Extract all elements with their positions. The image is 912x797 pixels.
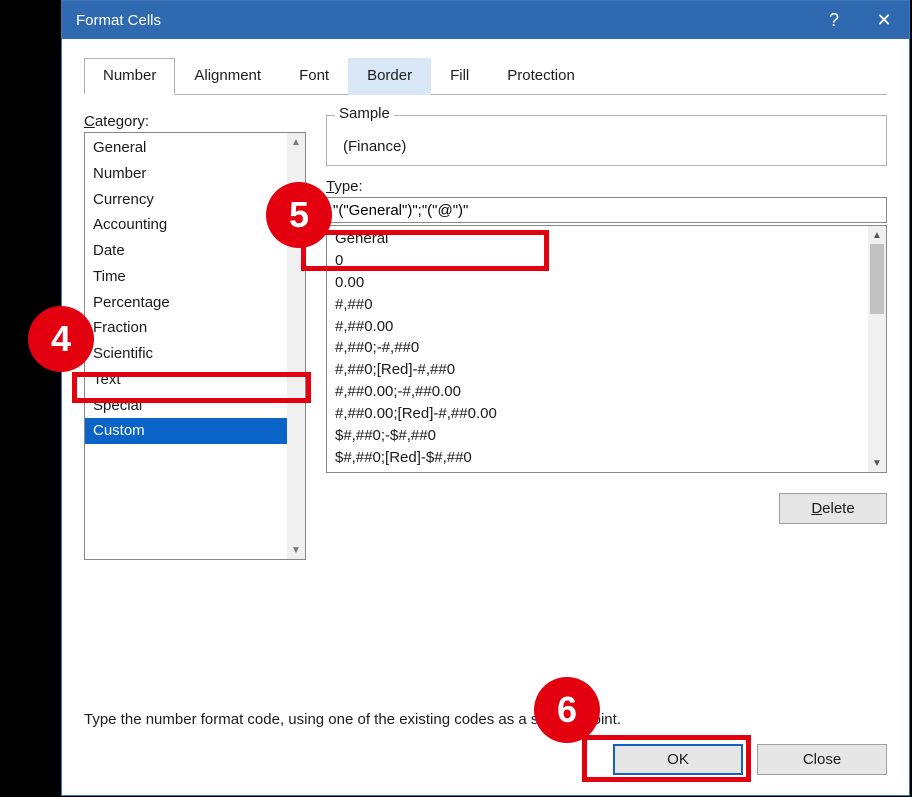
ok-button[interactable]: OK — [613, 744, 743, 775]
list-item[interactable]: Scientific — [85, 341, 287, 367]
list-item[interactable]: Time — [85, 264, 287, 290]
hint-text: Type the number format code, using one o… — [84, 711, 887, 728]
tab-number[interactable]: Number — [84, 58, 175, 95]
list-item[interactable]: #,##0;[Red]-#,##0 — [327, 359, 868, 381]
help-icon: ? — [829, 10, 839, 31]
format-items: General 0 0.00 #,##0 #,##0.00 #,##0;-#,#… — [327, 226, 868, 472]
list-item[interactable]: #,##0.00;-#,##0.00 — [327, 381, 868, 403]
close-button[interactable]: Close — [757, 744, 887, 775]
scroll-thumb[interactable] — [870, 244, 884, 314]
list-item[interactable]: Text — [85, 367, 287, 393]
type-label: Type: — [326, 178, 887, 195]
tab-strip: Number Alignment Font Border Fill Protec… — [84, 57, 887, 95]
close-window-button[interactable]: ✕ — [859, 1, 909, 39]
annotation-badge-6: 6 — [534, 677, 600, 743]
list-item[interactable]: #,##0 — [327, 294, 868, 316]
scroll-down-icon[interactable]: ▼ — [868, 454, 886, 472]
sample-value: (Finance) — [339, 138, 874, 155]
close-icon: ✕ — [876, 10, 891, 31]
annotation-badge-4: 4 — [28, 306, 94, 372]
list-item[interactable]: $#,##0.00;-$#,##0.00 — [327, 469, 868, 472]
list-item[interactable]: Number — [85, 161, 287, 187]
list-item[interactable]: Accounting — [85, 212, 287, 238]
list-item[interactable]: General — [327, 228, 868, 250]
help-button[interactable]: ? — [809, 1, 859, 39]
titlebar: Format Cells ? ✕ — [62, 1, 909, 39]
annotation-badge-5: 5 — [266, 182, 332, 248]
list-item[interactable]: #,##0.00 — [327, 316, 868, 338]
list-item[interactable]: Fraction — [85, 315, 287, 341]
sample-group: Sample (Finance) — [326, 115, 887, 166]
tab-border[interactable]: Border — [348, 58, 431, 95]
delete-row: Delete — [326, 493, 887, 524]
list-item[interactable]: Currency — [85, 187, 287, 213]
right-pane: Sample (Finance) Type: General 0 0.00 #,… — [326, 113, 887, 685]
list-item[interactable]: 0.00 — [327, 272, 868, 294]
delete-button[interactable]: Delete — [779, 493, 887, 524]
list-item[interactable]: #,##0;-#,##0 — [327, 337, 868, 359]
main-area: Category: General Number Currency Accoun… — [84, 95, 887, 685]
format-cells-dialog: Format Cells ? ✕ Number Alignment Font B… — [61, 0, 910, 796]
list-item[interactable]: #,##0.00;[Red]-#,##0.00 — [327, 403, 868, 425]
category-label: Category: — [84, 113, 306, 130]
category-items: General Number Currency Accounting Date … — [85, 133, 287, 559]
dialog-content: Number Alignment Font Border Fill Protec… — [62, 39, 909, 744]
list-item[interactable]: $#,##0;[Red]-$#,##0 — [327, 447, 868, 469]
format-scrollbar[interactable]: ▲ ▼ — [868, 226, 886, 472]
scroll-up-icon[interactable]: ▲ — [287, 133, 305, 151]
tab-alignment[interactable]: Alignment — [175, 58, 280, 95]
scroll-up-icon[interactable]: ▲ — [868, 226, 886, 244]
sample-legend: Sample — [335, 105, 394, 122]
list-item[interactable]: General — [85, 135, 287, 161]
tab-fill[interactable]: Fill — [431, 58, 488, 95]
list-item-custom[interactable]: Custom — [85, 418, 287, 444]
list-item[interactable]: Percentage — [85, 290, 287, 316]
list-item[interactable]: 0 — [327, 250, 868, 272]
tab-font[interactable]: Font — [280, 58, 348, 95]
list-item[interactable]: Special — [85, 393, 287, 419]
dialog-title: Format Cells — [76, 12, 809, 29]
tab-protection[interactable]: Protection — [488, 58, 594, 95]
type-input[interactable] — [326, 197, 887, 223]
list-item[interactable]: Date — [85, 238, 287, 264]
scroll-down-icon[interactable]: ▼ — [287, 541, 305, 559]
format-list[interactable]: General 0 0.00 #,##0 #,##0.00 #,##0;-#,#… — [326, 225, 887, 473]
dialog-buttons: OK Close — [62, 744, 909, 795]
list-item[interactable]: $#,##0;-$#,##0 — [327, 425, 868, 447]
